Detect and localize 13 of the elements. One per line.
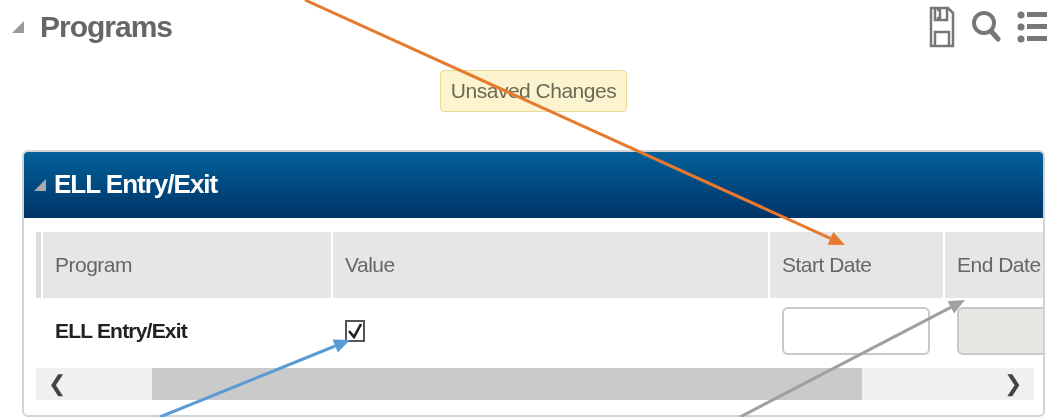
- column-header: Value: [333, 231, 768, 298]
- column-header: Start Date: [770, 231, 943, 298]
- collapse-triangle-icon[interactable]: [34, 178, 46, 191]
- scrollbar-thumb[interactable]: [152, 367, 862, 400]
- panel-title: ELL Entry/Exit: [54, 169, 218, 201]
- column-header: End Date: [945, 231, 1043, 298]
- save-icon[interactable]: [929, 5, 955, 48]
- start-date-field[interactable]: [782, 306, 930, 355]
- page-title: Programs: [40, 9, 173, 44]
- column-header: Program: [43, 231, 331, 298]
- program-name: ELL Entry/Exit: [55, 318, 187, 343]
- collapse-triangle-icon[interactable]: [12, 20, 24, 33]
- value-checkbox[interactable]: [345, 319, 365, 342]
